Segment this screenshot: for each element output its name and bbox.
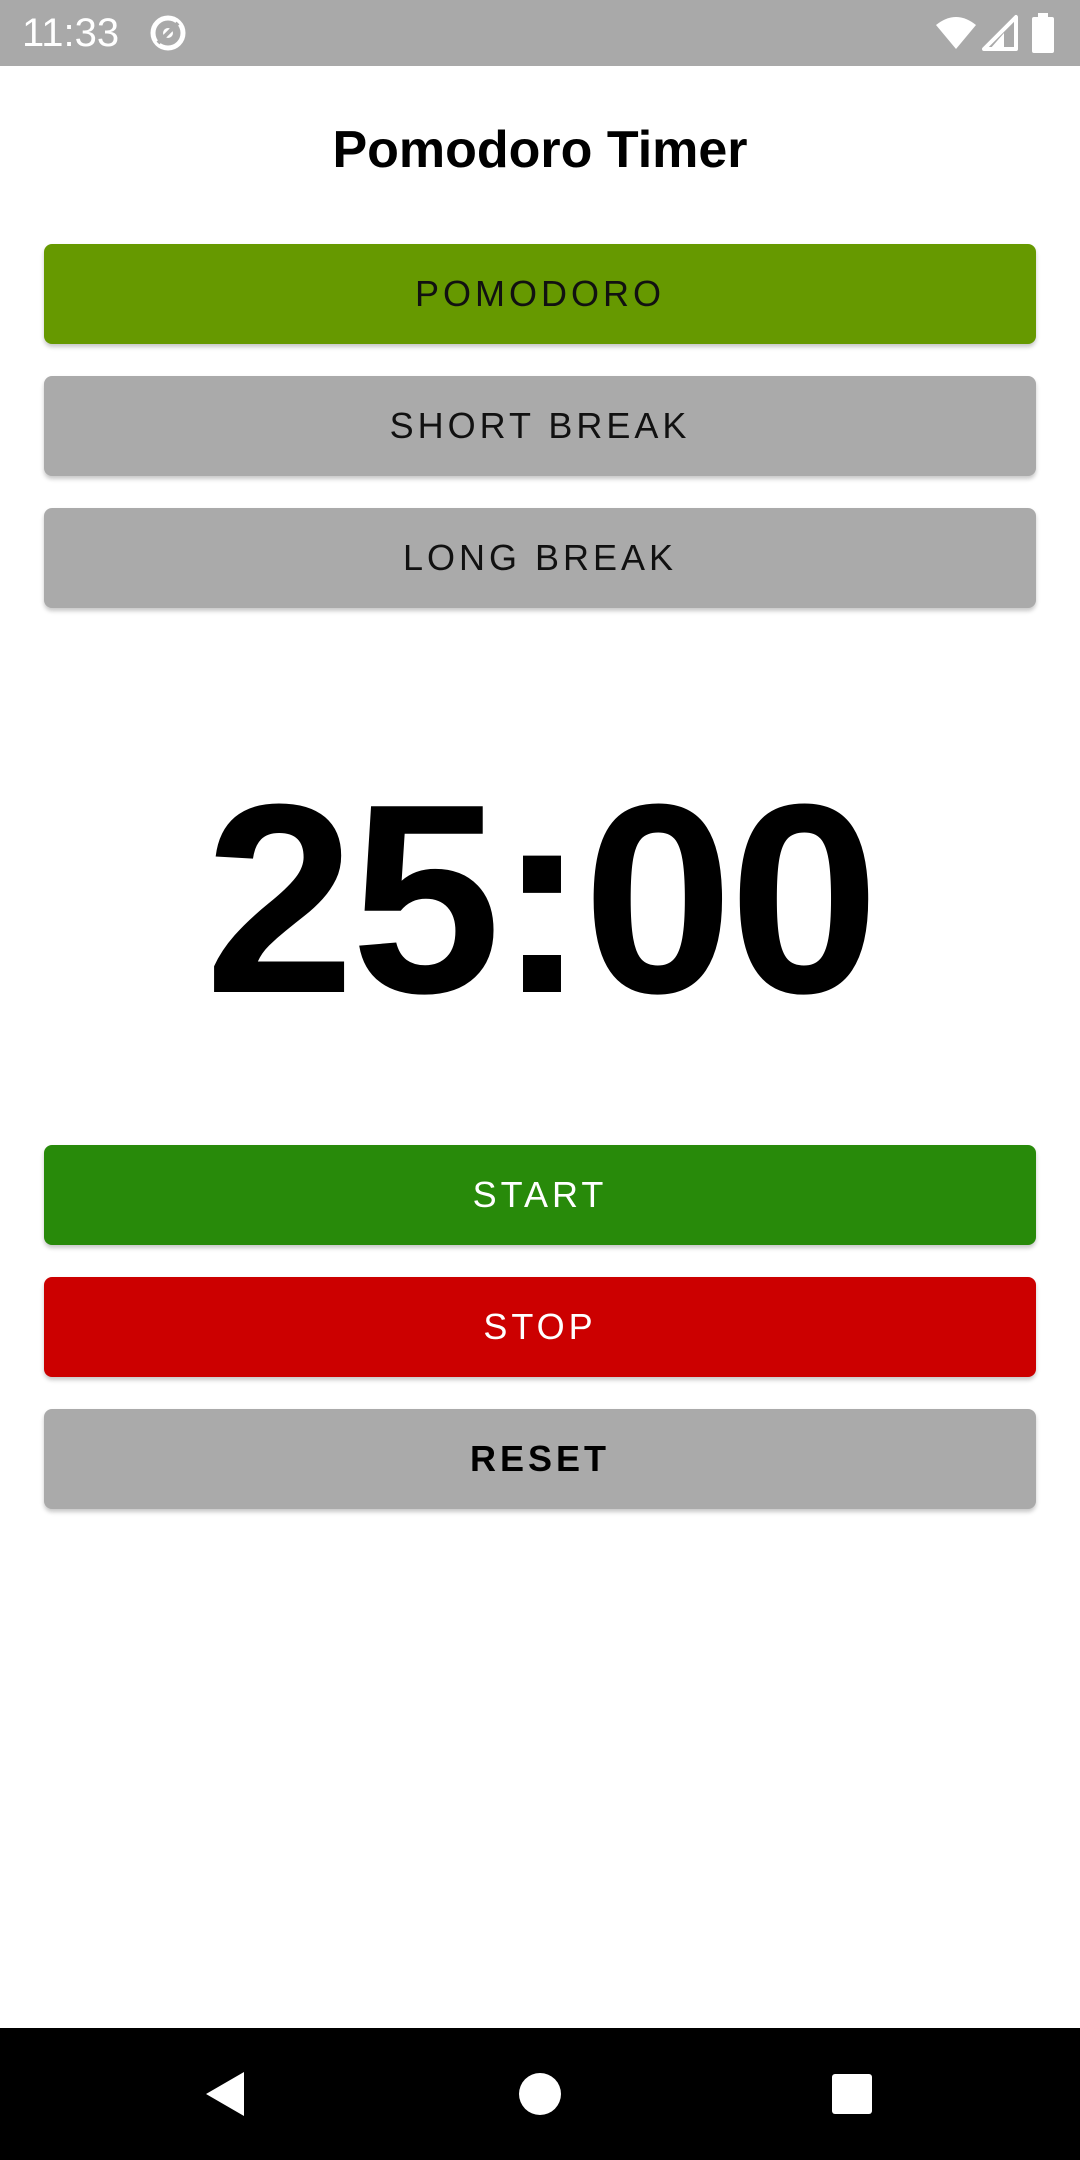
battery-icon: [1030, 13, 1056, 53]
back-icon[interactable]: [196, 2064, 256, 2124]
status-time: 11:33: [22, 11, 120, 55]
pomodoro-mode-label: POMODORO: [414, 273, 665, 314]
page-title: Pomodoro Timer: [332, 121, 748, 179]
home-icon[interactable]: [510, 2064, 570, 2124]
status-bar: 11:33: [0, 0, 1080, 66]
stop-button-label: STOP: [483, 1306, 597, 1347]
short-break-mode-button[interactable]: SHORT BREAK: [44, 376, 1036, 476]
screen: 11:33 Pomodoro Timer POMODORO SHORT BREA…: [0, 0, 1080, 2160]
pomodoro-mode-button[interactable]: POMODORO: [44, 244, 1036, 344]
long-break-mode-button[interactable]: LONG BREAK: [44, 508, 1036, 608]
start-button[interactable]: START: [44, 1145, 1036, 1245]
long-break-mode-label: LONG BREAK: [402, 537, 678, 578]
start-button-label: START: [472, 1174, 608, 1215]
wifi-icon: [936, 13, 976, 53]
recents-icon[interactable]: [822, 2064, 882, 2124]
stop-button[interactable]: STOP: [44, 1277, 1036, 1377]
signal-icon: [980, 13, 1020, 53]
timer-display: 25:00: [204, 749, 880, 1050]
reset-button[interactable]: RESET: [44, 1409, 1036, 1509]
reset-button-label: RESET: [469, 1438, 611, 1479]
navigation-bar: [0, 2028, 1080, 2160]
at-sign-icon: [148, 13, 188, 53]
short-break-mode-label: SHORT BREAK: [389, 405, 691, 446]
